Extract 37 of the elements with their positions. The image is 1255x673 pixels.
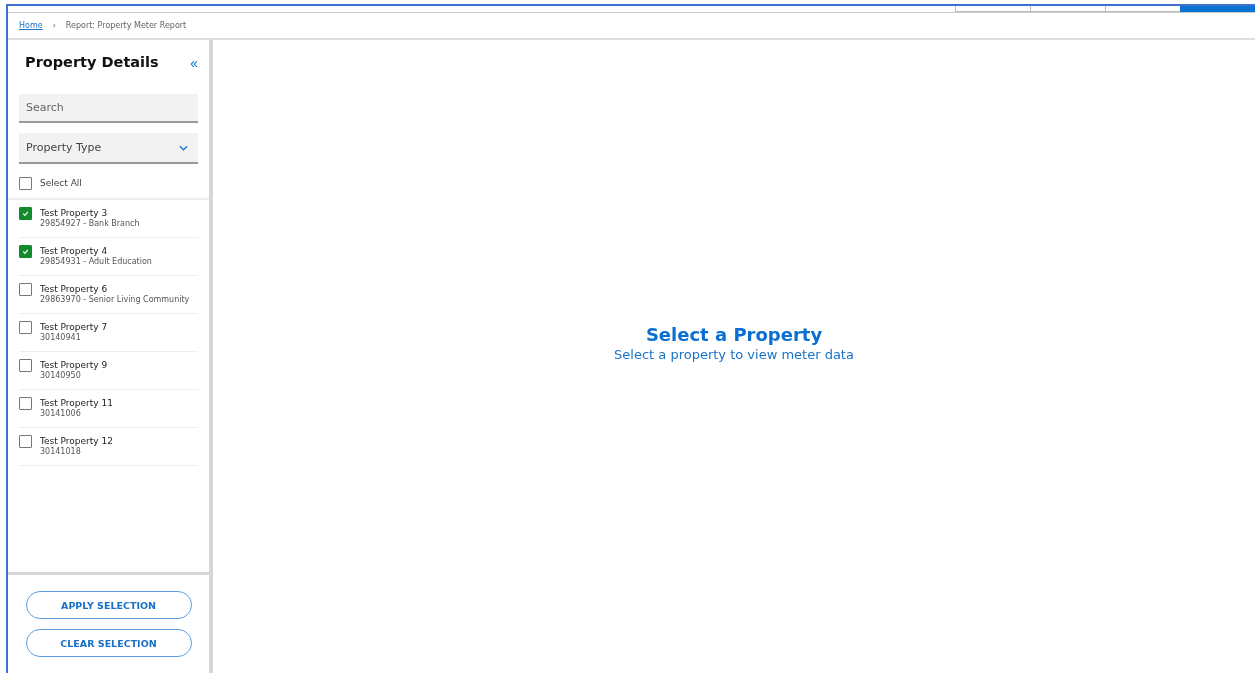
search-field[interactable]: Search [19,94,198,123]
property-detail: 30140941 [40,333,82,342]
empty-state-message: Select a property to view meter data [614,346,854,362]
property-name: Test Property 4 [40,245,109,257]
checkbox[interactable] [19,283,32,296]
property-detail: 29854927 - Bank Branch [40,219,140,228]
checkbox[interactable] [19,435,32,448]
checkmark-icon [21,209,30,218]
checkbox[interactable] [19,245,32,258]
property-detail: 30141018 [40,447,82,456]
checkmark-icon [21,247,30,256]
property-detail: 30140950 [40,371,82,380]
property-detail: 29863970 - Senior Living Community [40,295,190,304]
empty-state-title: Select a Property [645,323,823,345]
property-detail: 30141006 [40,409,82,418]
property-name: Test Property 11 [40,397,113,409]
checkbox[interactable] [19,397,32,410]
property-name: Test Property 7 [40,321,108,333]
collapse-button[interactable]: ‹‹ [188,53,198,71]
chevron-down-icon [179,144,188,151]
checkbox[interactable] [19,176,32,190]
checkbox-label: Select All [40,178,82,188]
selection-button[interactable]: CLEAR SELECTION [25,629,192,657]
breadcrumb-separator: › [52,21,56,30]
selection-button[interactable]: APPLY SELECTION [25,591,192,619]
home-link[interactable]: Home [19,21,43,30]
checkbox[interactable] [19,321,32,334]
property-detail: 29854931 - Adult Education [40,257,152,266]
breadcrumb-current: Report: Property Meter Report [65,21,187,30]
checkbox[interactable] [19,207,32,220]
property-type-dropdown[interactable]: Property Type [19,133,198,164]
property-name: Test Property 6 [40,283,109,295]
property-name: Test Property 3 [40,207,109,219]
property-name: Test Property 9 [40,359,108,371]
property-name: Test Property 12 [40,435,113,447]
checkbox[interactable] [19,359,32,372]
panel-title: Property Details [25,54,159,70]
